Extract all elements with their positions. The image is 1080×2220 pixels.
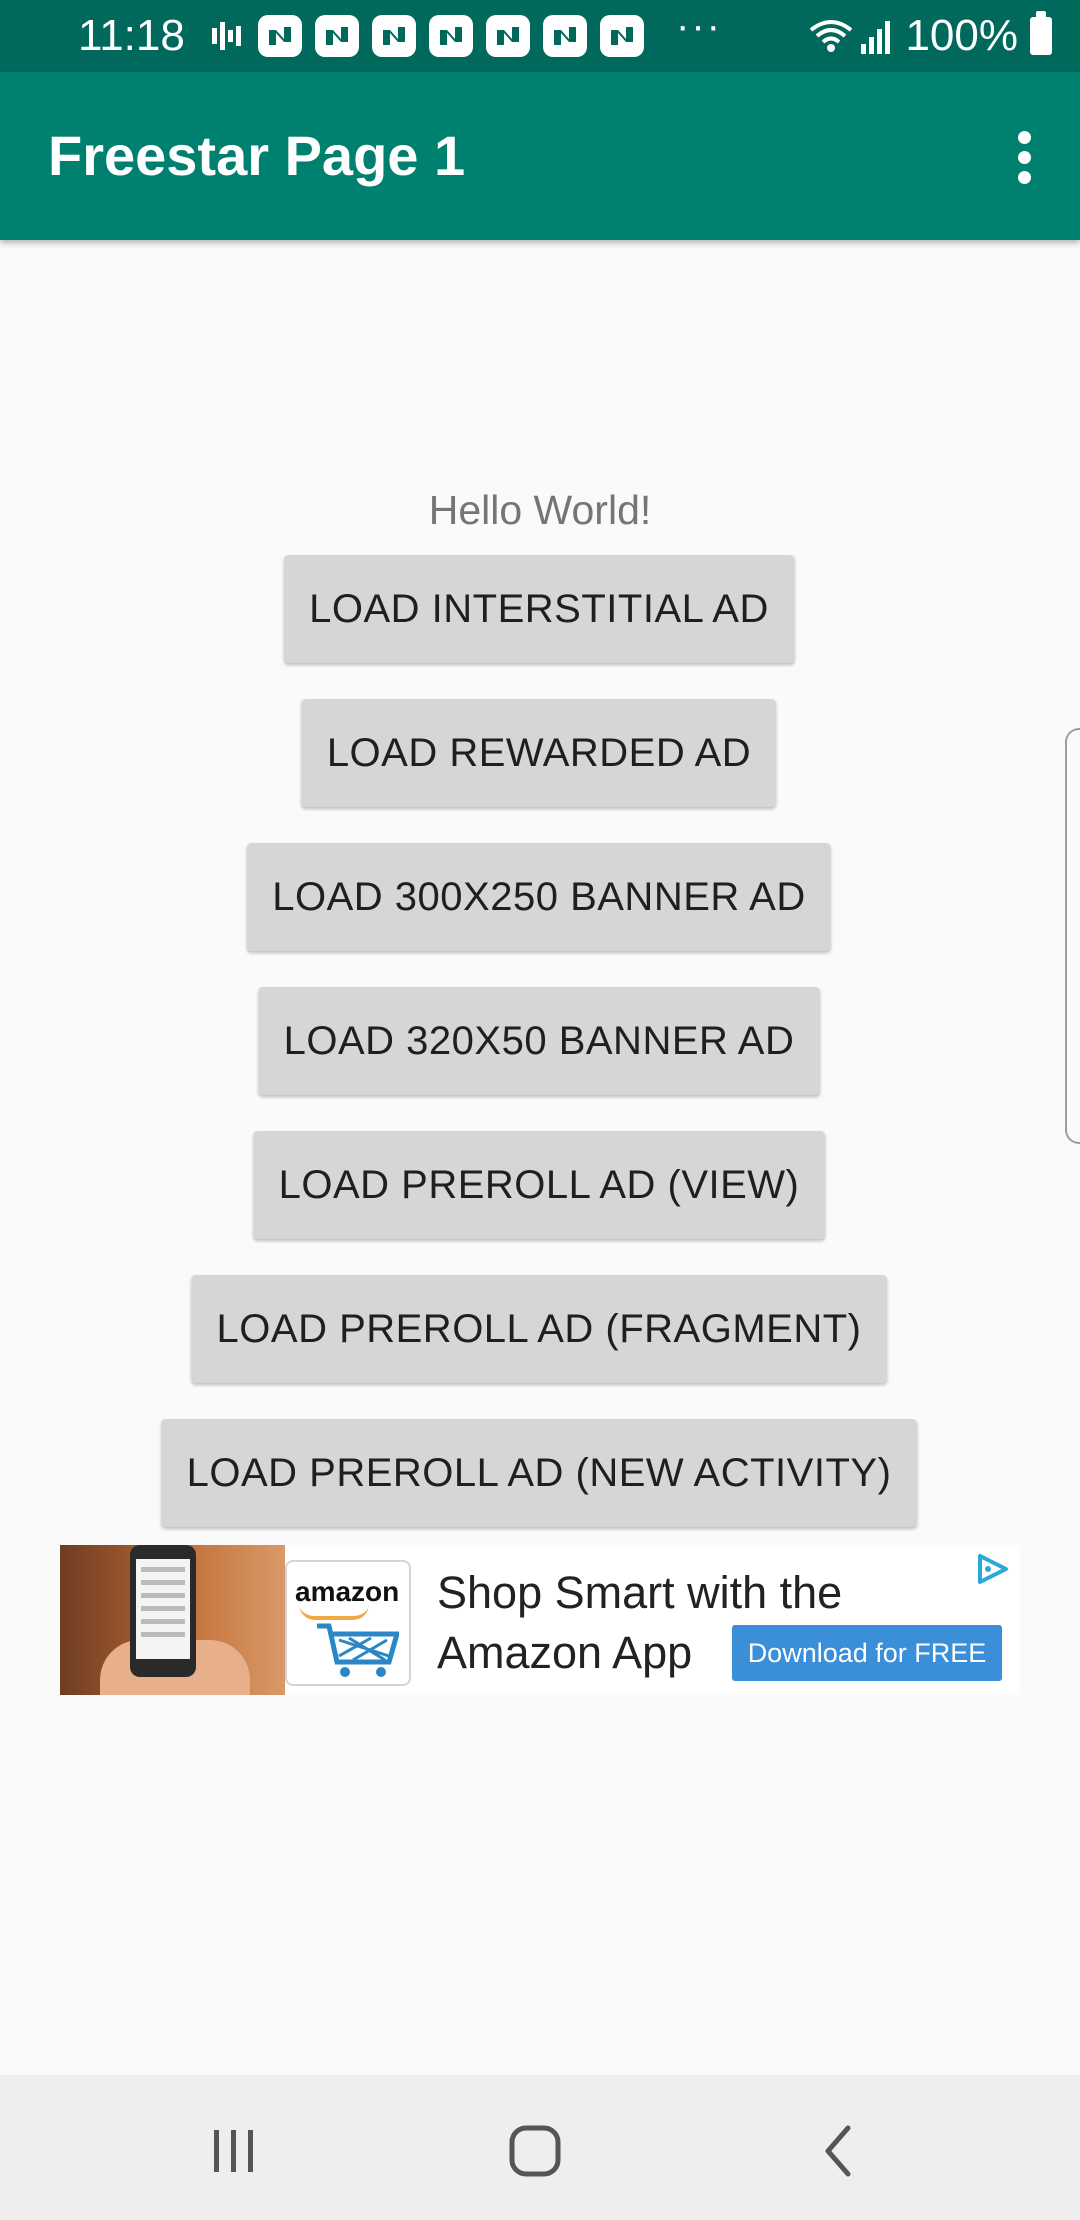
- amazon-logo: amazon: [285, 1560, 411, 1686]
- recents-icon[interactable]: [189, 2111, 279, 2191]
- status-time: 11:18: [78, 11, 185, 60]
- signal-icon: [861, 21, 891, 54]
- notification-icon: [372, 15, 416, 57]
- notification-icon: [600, 15, 644, 57]
- load-preroll-ad-view-button[interactable]: LOAD PREROLL AD (VIEW): [253, 1131, 825, 1239]
- status-notification-icons: [210, 14, 657, 58]
- battery-icon: [1030, 11, 1052, 55]
- ad-phone-image: [60, 1545, 285, 1695]
- notification-icon: [429, 15, 473, 57]
- status-right-icons: 100%: [807, 11, 1052, 60]
- hello-text: Hello World!: [428, 487, 652, 533]
- battery-percent: 100%: [905, 11, 1018, 60]
- cart-icon: [317, 1623, 399, 1677]
- wifi-icon: [810, 20, 853, 52]
- status-bar: 11:18 ··· 100%: [0, 0, 1080, 72]
- notification-icon: [543, 15, 587, 57]
- overflow-menu-icon[interactable]: [994, 122, 1054, 192]
- notification-icon: [486, 15, 530, 57]
- activity-icon: [212, 22, 241, 50]
- home-icon[interactable]: [490, 2111, 580, 2191]
- edge-panel-handle[interactable]: [1065, 728, 1080, 1144]
- notification-icon: [258, 15, 302, 57]
- load-rewarded-ad-button[interactable]: LOAD REWARDED AD: [301, 699, 777, 807]
- load-300x250-banner-ad-button[interactable]: LOAD 300X250 BANNER AD: [247, 843, 831, 951]
- amazon-ad-banner[interactable]: amazon Shop Smart with the Amazon App Do…: [60, 1545, 1020, 1695]
- load-interstitial-ad-button[interactable]: LOAD INTERSTITIAL AD: [284, 555, 794, 663]
- navigation-bar: [0, 2075, 1080, 2220]
- back-icon[interactable]: [793, 2111, 883, 2191]
- load-320x50-banner-ad-button[interactable]: LOAD 320X50 BANNER AD: [258, 987, 820, 1095]
- ad-headline-line1: Shop Smart with the: [437, 1567, 843, 1618]
- adchoices-icon[interactable]: [976, 1553, 1010, 1585]
- load-preroll-ad-new-activity-button[interactable]: LOAD PREROLL AD (NEW ACTIVITY): [161, 1419, 917, 1527]
- status-more-indicator: ···: [676, 4, 722, 48]
- app-bar: Freestar Page 1: [0, 72, 1080, 240]
- notification-icon: [315, 15, 359, 57]
- ad-download-button[interactable]: Download for FREE: [732, 1625, 1002, 1681]
- load-preroll-ad-fragment-button[interactable]: LOAD PREROLL AD (FRAGMENT): [191, 1275, 887, 1383]
- page-title: Freestar Page 1: [48, 124, 466, 187]
